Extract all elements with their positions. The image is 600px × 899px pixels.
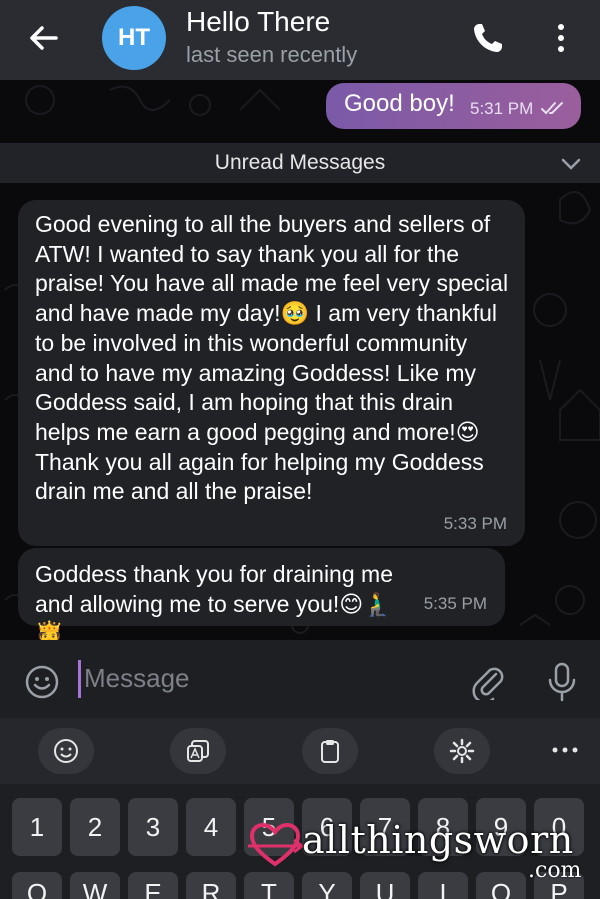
key-3[interactable]: 3 [128,798,178,856]
chevron-down-icon[interactable] [560,157,582,171]
chat-title[interactable]: Hello There [186,6,330,38]
key-2[interactable]: 2 [70,798,120,856]
message-time: 5:31 PM [470,99,534,118]
text-cursor [78,660,81,698]
avatar[interactable]: HT [102,6,166,70]
message-text: Goddess thank you for draining me and al… [35,561,393,640]
clipboard-icon [321,740,339,763]
key-r[interactable]: R [186,872,236,899]
keyboard-emoji-button[interactable] [38,728,94,774]
key-q[interactable]: Q [12,872,62,899]
double-check-icon [541,102,563,115]
key-w[interactable]: W [70,872,120,899]
site-watermark: allthingsworn .com [244,806,594,892]
unread-label: Unread Messages [214,151,386,174]
avatar-initials: HT [118,24,150,51]
message-time: 5:33 PM [443,514,507,533]
message-composer [0,640,600,718]
arrow-left-icon[interactable] [26,20,62,56]
key-e[interactable]: E [128,872,178,899]
key-4[interactable]: 4 [186,798,236,856]
message-time: 5:35 PM [423,594,487,613]
more-horizontal-icon[interactable] [550,740,580,760]
keyboard-toolbar [0,718,600,784]
keyboard-clipboard-button[interactable] [302,728,358,774]
keyboard-sticker-button[interactable] [170,728,226,774]
message-text: Good evening to all the buyers and selle… [35,211,509,505]
settings-icon [449,738,475,764]
incoming-message[interactable]: Good evening to all the buyers and selle… [18,200,525,546]
emoji-icon [54,739,78,763]
more-vertical-icon[interactable] [546,20,576,56]
last-seen-status: last seen recently [186,42,358,67]
smiley-icon[interactable] [24,664,60,700]
watermark-suffix: .com [528,858,582,883]
heart-arrow-logo-icon [248,822,304,867]
paperclip-icon[interactable] [470,662,506,700]
unread-messages-divider: Unread Messages [0,143,600,183]
message-input[interactable] [84,658,444,698]
phone-icon[interactable] [470,20,506,56]
sticker-icon [187,740,209,762]
watermark-text: allthingsworn [302,818,574,862]
chat-header: HT Hello There last seen recently [0,0,600,80]
outgoing-message[interactable]: Good boy! 5:31 PM [326,83,581,129]
keyboard-settings-button[interactable] [434,728,490,774]
incoming-message[interactable]: Goddess thank you for draining me and al… [18,548,505,640]
message-text: Good boy! [344,90,455,117]
microphone-icon[interactable] [546,662,578,702]
key-1[interactable]: 1 [12,798,62,856]
message-list[interactable]: Good boy! 5:31 PM Unread Messages Good e… [0,80,600,640]
